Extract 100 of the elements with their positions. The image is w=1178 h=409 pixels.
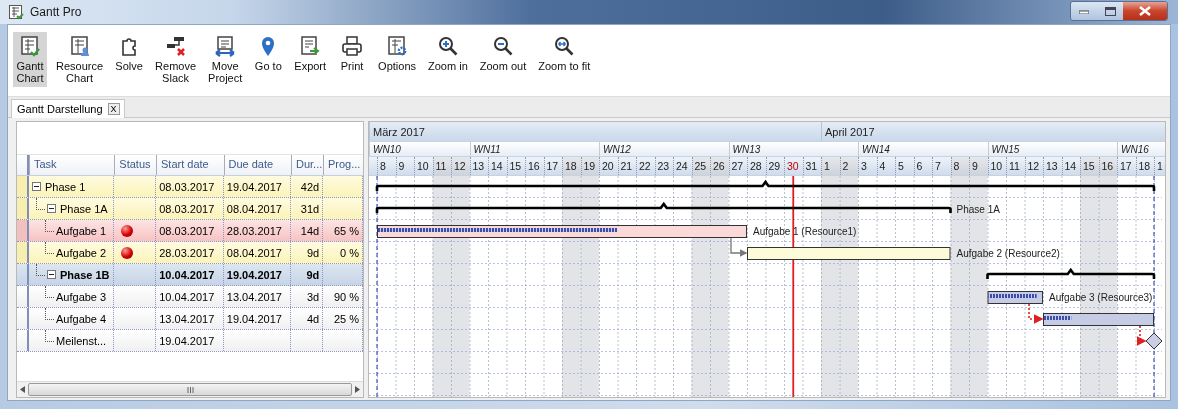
- close-icon: [1139, 6, 1151, 16]
- minimize-icon: [1079, 8, 1089, 14]
- day-header: 1: [821, 157, 840, 175]
- bar-label: Aufgabe 2 (Resource2): [956, 248, 1060, 259]
- toolbar-button[interactable]: Solve: [112, 32, 147, 75]
- options-icon: [386, 35, 409, 57]
- duration-cell: 31d: [300, 202, 320, 215]
- due-date-cell: 13.04.2017: [226, 290, 282, 303]
- task-bar[interactable]: [747, 247, 951, 260]
- day-header: 13: [469, 157, 488, 175]
- horizontal-scrollbar[interactable]: [17, 381, 363, 397]
- task-name: Aufgabe 3: [56, 290, 107, 303]
- scroll-thumb[interactable]: [28, 383, 352, 396]
- task-bar[interactable]: [987, 291, 1043, 304]
- remove-slack-icon: [164, 35, 187, 57]
- day-header: 10: [414, 157, 433, 175]
- task-row[interactable]: Aufgabe 4 13.04.2017 19.04.2017 4d 25 %: [17, 308, 363, 330]
- toolbar-button[interactable]: Zoom in: [425, 32, 471, 75]
- day-header: 12: [1024, 157, 1043, 175]
- day-header: 15: [506, 157, 525, 175]
- due-date-cell: 19.04.2017: [226, 312, 282, 325]
- milestone-diamond[interactable]: [1145, 332, 1162, 350]
- bar-label: Aufgabe 3 (Resource3): [1049, 292, 1153, 303]
- column-header[interactable]: Prog...: [323, 155, 363, 175]
- column-header[interactable]: Dur...: [291, 155, 323, 175]
- due-date-cell: 19.04.2017: [226, 268, 282, 281]
- close-button[interactable]: [1123, 2, 1167, 20]
- toolbar-button[interactable]: Options: [375, 32, 419, 75]
- toolbar-button[interactable]: Resource Chart: [53, 32, 107, 87]
- task-row[interactable]: Meilenst... 19.04.2017: [17, 330, 363, 352]
- task-row[interactable]: Phase 1 08.03.2017 19.04.2017 42d: [17, 176, 363, 198]
- toolbar-button[interactable]: Move Project: [205, 32, 246, 87]
- zoom-out-icon: [492, 35, 514, 57]
- week-label: WN12: [603, 143, 631, 155]
- task-bar[interactable]: [1043, 313, 1154, 326]
- task-row[interactable]: Aufgabe 2 28.03.2017 08.04.2017 9d 0 %: [17, 242, 363, 264]
- summary-bracket[interactable]: [986, 268, 1156, 279]
- toolbar-button[interactable]: Go to: [251, 32, 286, 75]
- day-header: 21: [617, 157, 636, 175]
- task-row[interactable]: Aufgabe 3 10.04.2017 13.04.2017 3d 90 %: [17, 286, 363, 308]
- start-date-cell: 10.04.2017: [159, 290, 215, 303]
- column-header[interactable]: Start date: [156, 155, 224, 175]
- day-header: 11: [432, 157, 451, 175]
- column-header[interactable]: Status: [114, 155, 157, 175]
- task-row[interactable]: Phase 1B 10.04.2017 19.04.2017 9d: [17, 264, 363, 286]
- document-tab[interactable]: Gantt Darstellung X: [11, 99, 125, 118]
- collapse-icon[interactable]: [47, 204, 56, 213]
- day-header: 22: [636, 157, 655, 175]
- duration-cell: 3d: [306, 290, 320, 303]
- column-header[interactable]: Due date: [223, 155, 291, 175]
- maximize-icon: [1104, 6, 1116, 16]
- day-header: 3: [858, 157, 877, 175]
- task-name: Phase 1B: [60, 268, 110, 281]
- maximize-button[interactable]: [1097, 2, 1123, 20]
- day-header: 8: [950, 157, 969, 175]
- start-date-cell: 19.04.2017: [159, 334, 215, 347]
- start-date-cell: 28.03.2017: [159, 246, 215, 259]
- toolbar-button[interactable]: Zoom out: [476, 32, 530, 75]
- task-row[interactable]: Phase 1A 08.03.2017 08.04.2017 31d: [17, 198, 363, 220]
- toolbar-button[interactable]: Zoom to fit: [535, 32, 594, 75]
- duration-cell: 4d: [306, 312, 320, 325]
- day-header: 20: [599, 157, 618, 175]
- day-header: 10: [987, 157, 1006, 175]
- summary-bracket[interactable]: [375, 202, 952, 214]
- gantt-chart-icon: [19, 35, 41, 57]
- start-date-cell: 08.03.2017: [159, 202, 215, 215]
- due-date-cell: 19.04.2017: [226, 180, 282, 193]
- task-name: Meilenst...: [56, 334, 107, 347]
- day-header: 5: [895, 157, 914, 175]
- day-header: 25: [691, 157, 710, 175]
- start-date-cell: 13.04.2017: [159, 312, 215, 325]
- collapse-icon[interactable]: [32, 182, 41, 191]
- day-header: 23: [654, 157, 673, 175]
- day-header: 14: [488, 157, 507, 175]
- scroll-right-icon[interactable]: [355, 386, 360, 393]
- toolbar-button[interactable]: Gantt Chart: [13, 32, 47, 87]
- day-header: 13: [1043, 157, 1062, 175]
- scroll-left-icon[interactable]: [20, 386, 25, 393]
- week-label: WN16: [1121, 143, 1149, 155]
- day-header: 30: [784, 157, 803, 175]
- day-header: 11: [1006, 157, 1025, 175]
- day-header: 7: [932, 157, 951, 175]
- move-project-icon: [214, 35, 237, 57]
- task-row[interactable]: Aufgabe 1 08.03.2017 28.03.2017 14d 65 %: [17, 220, 363, 242]
- week-label: WN11: [473, 143, 501, 155]
- month-label: März 2017: [373, 125, 425, 138]
- toolbar-button[interactable]: Print: [335, 32, 370, 75]
- day-header: 12: [451, 157, 470, 175]
- column-header[interactable]: Task: [29, 155, 115, 175]
- collapse-icon[interactable]: [47, 270, 56, 279]
- summary-bracket[interactable]: [375, 180, 1156, 192]
- task-bar[interactable]: [377, 225, 747, 238]
- toolbar-button[interactable]: Export: [291, 32, 330, 75]
- tab-close-button[interactable]: X: [107, 103, 120, 115]
- tab-label: Gantt Darstellung: [17, 103, 103, 115]
- due-date-cell: 08.04.2017: [226, 246, 282, 259]
- duration-cell: 42d: [300, 180, 320, 193]
- day-header: 9: [969, 157, 988, 175]
- toolbar-button[interactable]: Remove Slack: [152, 32, 200, 87]
- day-header: 4: [876, 157, 895, 175]
